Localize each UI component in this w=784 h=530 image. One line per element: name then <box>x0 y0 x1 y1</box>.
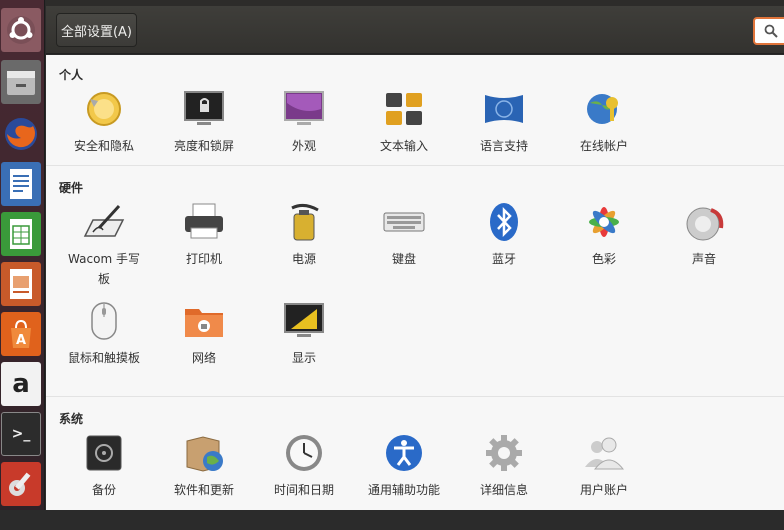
settings-item-label: 外观 <box>291 139 316 153</box>
all-settings-button[interactable]: 全部设置(A) <box>56 13 137 47</box>
speaker-icon <box>683 201 725 243</box>
settings-item-brightness-lock[interactable]: 亮度和锁屏 <box>154 88 254 156</box>
calc-icon[interactable] <box>1 212 41 256</box>
settings-item-label: Wacom 手写板 <box>68 252 140 286</box>
amazon-glyph: a <box>12 369 30 399</box>
settings-item-software-updates[interactable]: 软件和更新 <box>154 432 254 500</box>
printer-icon <box>183 201 225 243</box>
settings-item-sound[interactable]: 声音 <box>654 201 754 269</box>
section-title-system: 系统 <box>59 412 84 426</box>
settings-item-color[interactable]: 色彩 <box>554 201 654 269</box>
settings-item-printer[interactable]: 打印机 <box>154 201 254 269</box>
settings-item-backup[interactable]: 备份 <box>54 432 154 500</box>
settings-item-display[interactable]: 显示 <box>254 300 354 368</box>
mouse-icon <box>83 300 125 342</box>
writer-icon[interactable] <box>1 162 41 206</box>
settings-item-label: 声音 <box>691 252 716 266</box>
svg-text:A: A <box>16 333 26 348</box>
settings-item-label: 详细信息 <box>479 483 528 497</box>
settings-item-label: 蓝牙 <box>491 252 516 266</box>
color-flower-icon <box>583 201 625 243</box>
backup-safe-icon <box>83 432 125 474</box>
ubuntu-dash-icon[interactable] <box>1 8 41 52</box>
files-icon[interactable] <box>1 60 41 104</box>
settings-item-label: 文本输入 <box>379 139 428 153</box>
section-title-personal: 个人 <box>59 68 84 82</box>
settings-item-wacom[interactable]: Wacom 手写板 <box>54 201 154 289</box>
settings-item-label: 网络 <box>191 351 216 365</box>
users-icon <box>583 432 625 474</box>
settings-item-appearance[interactable]: 外观 <box>254 88 354 156</box>
system-settings-icon[interactable] <box>1 462 41 506</box>
settings-item-time-date[interactable]: 时间和日期 <box>254 432 354 500</box>
language-flag-icon <box>483 88 525 130</box>
settings-item-label: 鼠标和触摸板 <box>67 351 140 365</box>
keyboard-icon <box>383 201 425 243</box>
settings-item-text-entry[interactable]: 文本输入 <box>354 88 454 156</box>
section-title-hardware: 硬件 <box>59 181 84 195</box>
software-center-icon[interactable]: A <box>1 312 41 356</box>
terminal-glyph: >_ <box>11 426 31 442</box>
keyboard-layout-icon <box>383 88 425 130</box>
software-box-icon <box>183 432 225 474</box>
settings-item-label: 亮度和锁屏 <box>173 139 234 153</box>
search-icon <box>764 24 778 38</box>
appearance-monitor-icon <box>283 88 325 130</box>
settings-item-label: 时间和日期 <box>273 483 334 497</box>
terminal-icon[interactable]: >_ <box>1 412 41 456</box>
settings-item-details[interactable]: 详细信息 <box>454 432 554 500</box>
settings-item-label: 色彩 <box>591 252 616 266</box>
settings-item-network[interactable]: 网络 <box>154 300 254 368</box>
settings-item-label: 打印机 <box>185 252 222 266</box>
section-divider <box>46 396 784 397</box>
settings-item-online-accounts[interactable]: 在线帐户 <box>554 88 654 156</box>
settings-item-label: 键盘 <box>391 252 416 266</box>
search-input[interactable] <box>753 17 784 45</box>
settings-item-user-accounts[interactable]: 用户账户 <box>554 432 654 500</box>
settings-item-keyboard[interactable]: 键盘 <box>354 201 454 269</box>
gear-icon <box>483 432 525 474</box>
tablet-pen-icon <box>83 201 125 243</box>
accessibility-icon <box>383 432 425 474</box>
settings-item-label: 通用辅助功能 <box>367 483 440 497</box>
firefox-icon[interactable] <box>1 112 41 156</box>
network-folder-icon <box>183 300 225 342</box>
settings-item-label: 显示 <box>291 351 316 365</box>
settings-item-label: 软件和更新 <box>173 483 234 497</box>
shield-lock-icon <box>83 88 125 130</box>
settings-item-label: 在线帐户 <box>579 139 628 153</box>
display-icon <box>283 300 325 342</box>
launcher: A a >_ <box>0 0 45 510</box>
settings-item-mouse-touchpad[interactable]: 鼠标和触摸板 <box>54 300 154 368</box>
settings-item-power[interactable]: 电源 <box>254 201 354 269</box>
settings-item-label: 备份 <box>91 483 116 497</box>
bottom-bar <box>0 510 784 530</box>
impress-icon[interactable] <box>1 262 41 306</box>
settings-content: 个人 安全和隐私 亮度和锁屏 外观 文本输入 语言支持 在线帐户 硬件 Waco… <box>46 55 784 510</box>
settings-item-label: 电源 <box>291 252 316 266</box>
settings-item-bluetooth[interactable]: 蓝牙 <box>454 201 554 269</box>
settings-item-accessibility[interactable]: 通用辅助功能 <box>354 432 454 500</box>
online-accounts-icon <box>583 88 625 130</box>
battery-power-icon <box>283 201 325 243</box>
monitor-lock-icon <box>183 88 225 130</box>
settings-item-label: 用户账户 <box>579 483 628 497</box>
bluetooth-icon <box>483 201 525 243</box>
settings-item-language-support[interactable]: 语言支持 <box>454 88 554 156</box>
clock-icon <box>283 432 325 474</box>
settings-item-label: 语言支持 <box>479 139 528 153</box>
header-bar: 全部设置(A) <box>46 6 784 54</box>
settings-item-label: 安全和隐私 <box>73 139 134 153</box>
amazon-icon[interactable]: a <box>1 362 41 406</box>
settings-item-security-privacy[interactable]: 安全和隐私 <box>54 88 154 156</box>
section-divider <box>46 165 784 166</box>
